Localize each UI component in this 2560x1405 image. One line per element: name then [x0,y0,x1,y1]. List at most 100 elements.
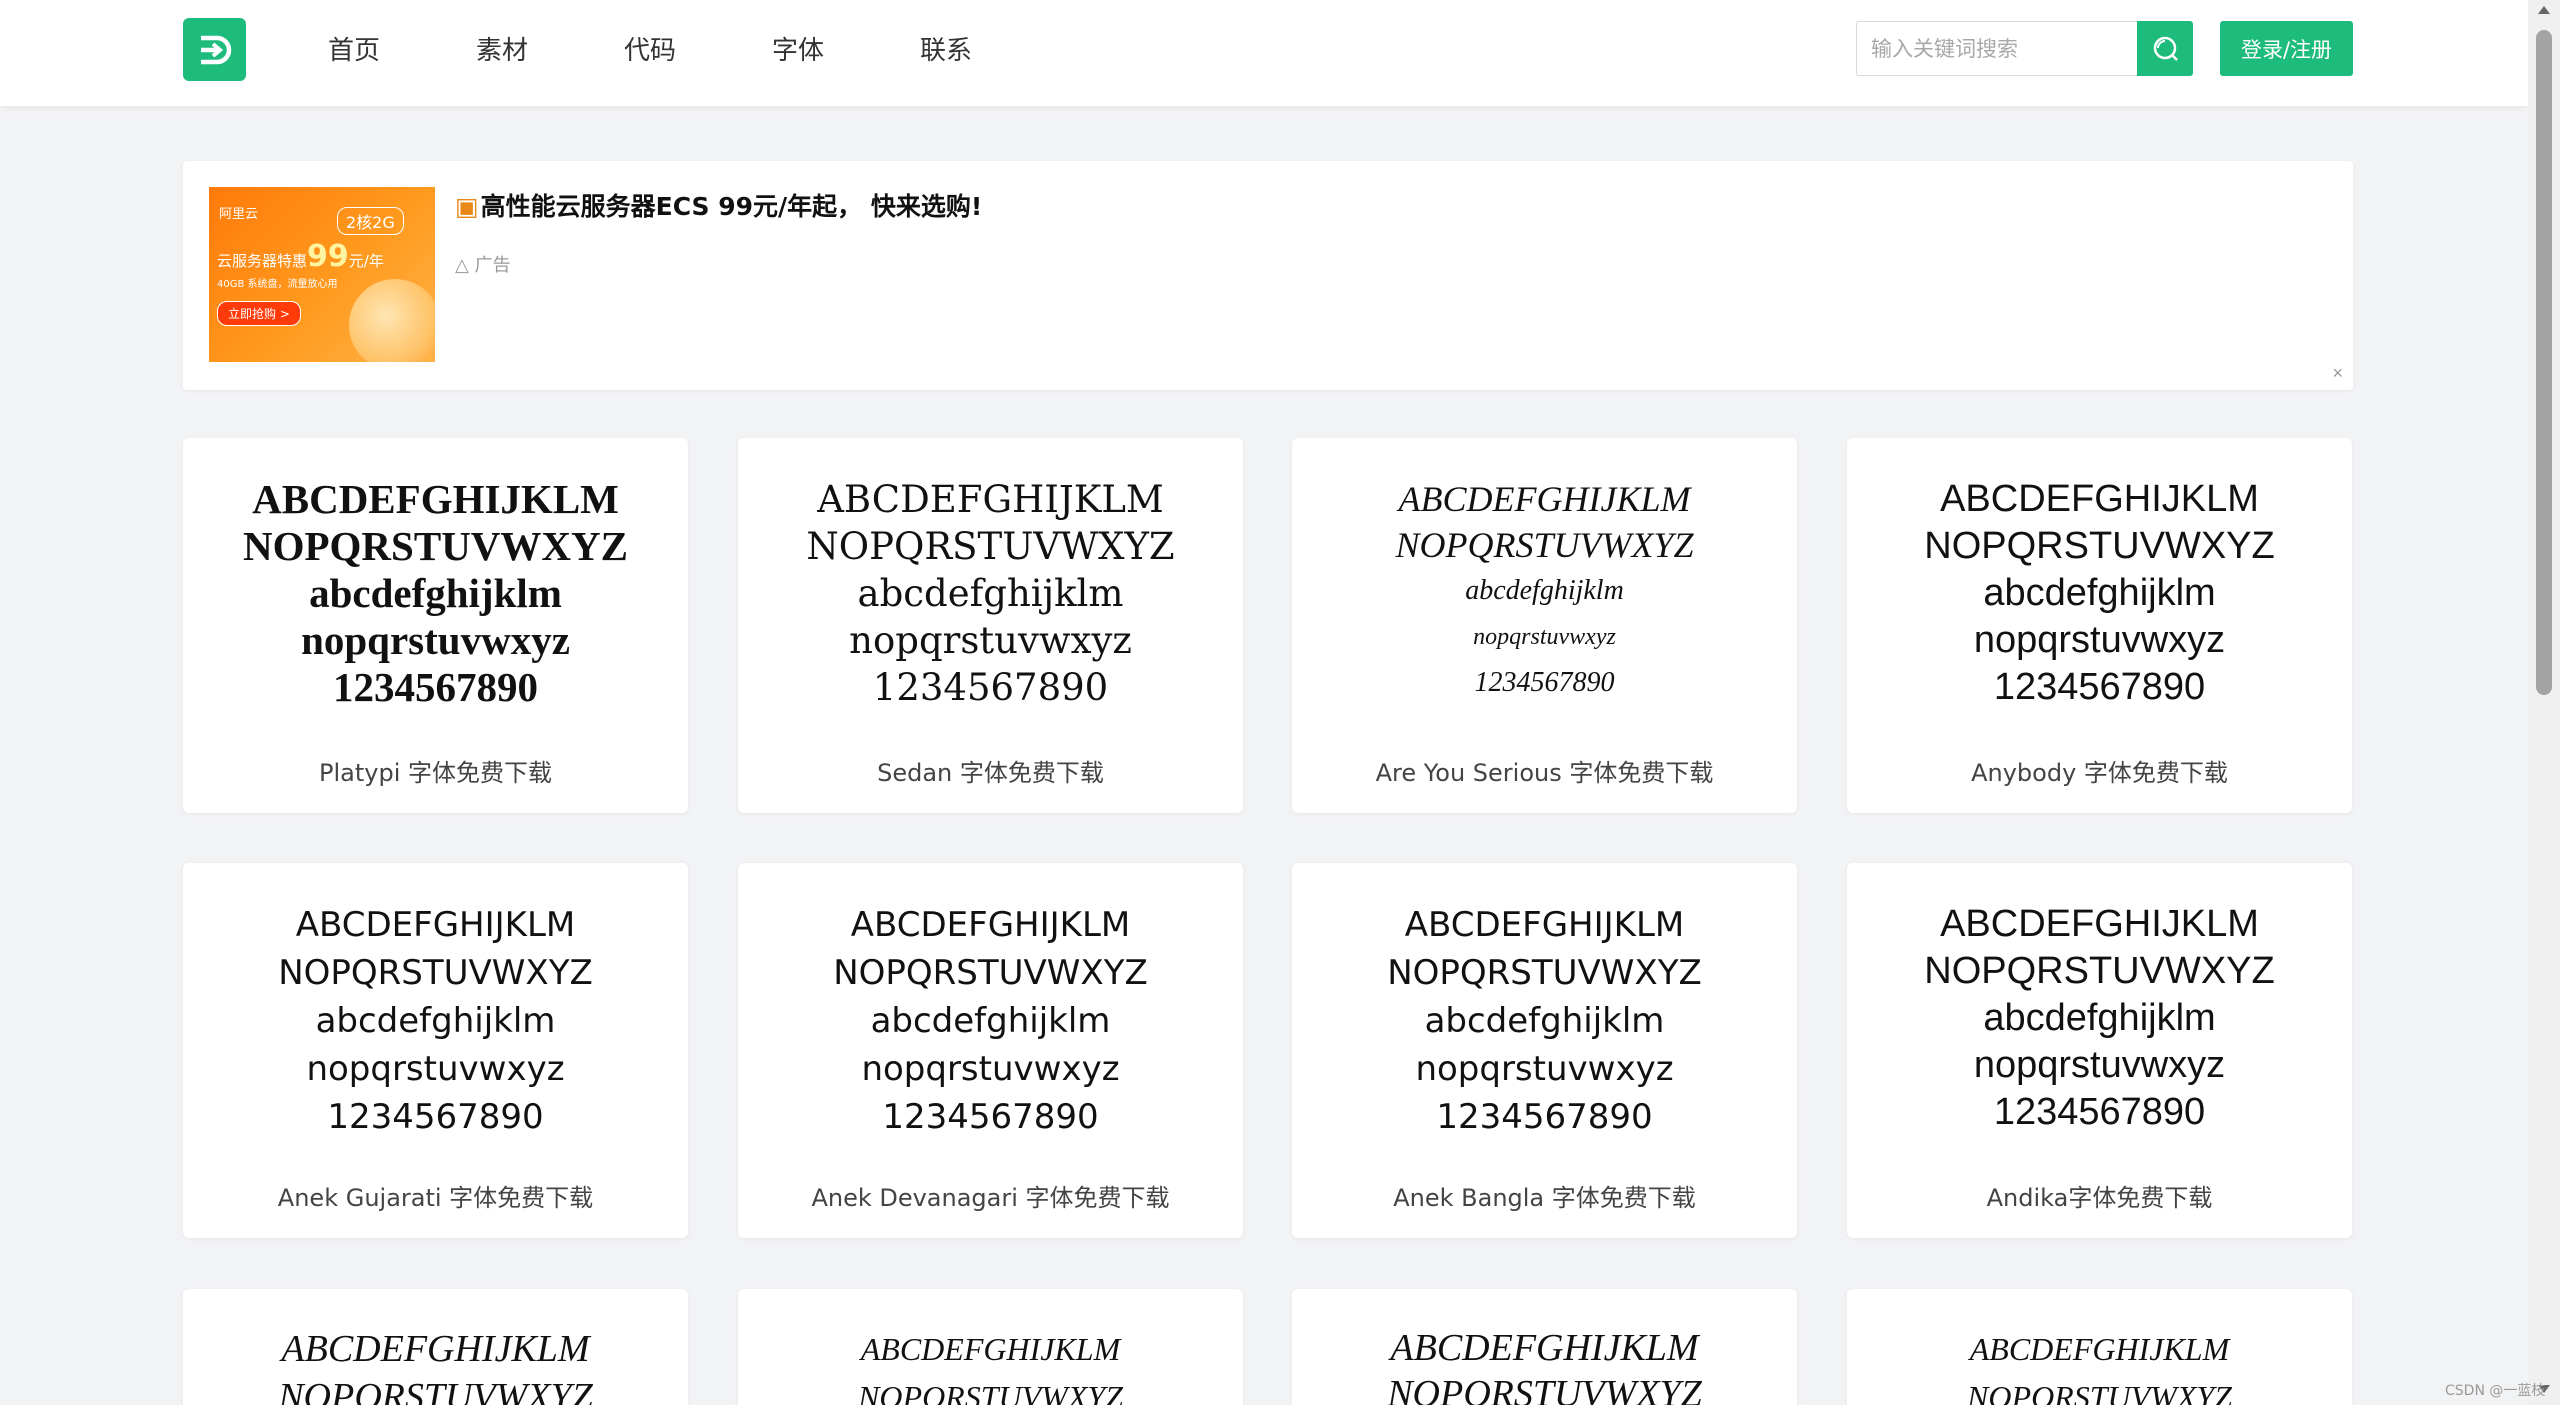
specimen-digits: 1234567890 [1993,666,2206,708]
specimen-upper-2: NOPQRSTUVWXYZ [833,953,1148,993]
specimen-upper-2: NOPQRSTUVWXYZ [858,1379,1123,1405]
specimen-digits: 1234567890 [327,1097,544,1137]
gift-icon: ▣ [455,192,479,221]
specimen-upper-1: ABCDEFGHIJKLM [1404,905,1685,945]
nav-materials[interactable]: 素材 [476,30,624,67]
font-card-partial-3[interactable]: ABCDEFGHIJKLM NOPQRSTUVWXYZ [1292,1289,1797,1405]
scroll-up-arrow-icon[interactable] [2538,6,2550,14]
specimen-digits: 1234567890 [333,664,538,710]
font-card-sedan[interactable]: ABCDEFGHIJKLM NOPQRSTUVWXYZ abcdefghijkl… [738,438,1243,813]
login-register-button[interactable]: 登录/注册 [2220,21,2353,76]
font-specimen: ABCDEFGHIJKLM NOPQRSTUVWXYZ abcdefghijkl… [1292,901,1797,1141]
specimen-upper-2: NOPQRSTUVWXYZ [1924,950,2275,992]
font-specimen: ABCDEFGHIJKLM NOPQRSTUVWXYZ abcdefghijkl… [738,901,1243,1141]
font-card-title[interactable]: Are You Serious 字体免费下载 [1292,753,1797,788]
font-card-partial-1[interactable]: ABCDEFGHIJKLM NOPQRSTUVWXYZ [183,1289,688,1405]
specimen-digits: 1234567890 [1436,1097,1653,1137]
specimen-upper-2: NOPQRSTUVWXYZ [1387,953,1702,993]
main-nav: 首页 素材 代码 字体 联系 [328,0,1068,96]
scrollbar-thumb[interactable] [2536,30,2552,695]
font-card-title[interactable]: Anek Devanagari 字体免费下载 [738,1178,1243,1213]
ad-close-icon[interactable]: × [2332,363,2343,384]
specimen-upper-1: ABCDEFGHIJKLM [817,478,1164,521]
font-card-anybody[interactable]: ABCDEFGHIJKLM NOPQRSTUVWXYZ abcdefghijkl… [1847,438,2352,813]
specimen-digits: 1234567890 [872,666,1109,709]
specimen-lower-1: abcdefghijklm [1465,575,1624,606]
specimen-upper-2: NOPQRSTUVWXYZ [1395,525,1694,565]
font-card-title[interactable]: Anek Gujarati 字体免费下载 [183,1178,688,1213]
font-specimen: ABCDEFGHIJKLM NOPQRSTUVWXYZ abcdefghijkl… [1847,901,2352,1136]
font-card-anek-gujarati[interactable]: ABCDEFGHIJKLM NOPQRSTUVWXYZ abcdefghijkl… [183,863,688,1238]
font-card-title[interactable]: Anybody 字体免费下载 [1847,753,2352,788]
font-specimen: ABCDEFGHIJKLM NOPQRSTUVWXYZ abcdefghijkl… [183,901,688,1141]
specimen-upper-2: NOPQRSTUVWXYZ [1967,1379,2232,1405]
font-specimen: ABCDEFGHIJKLM NOPQRSTUVWXYZ abcdefghijkl… [738,476,1243,711]
font-card-title[interactable]: Andika字体免费下载 [1847,1178,2352,1213]
font-card-partial-2[interactable]: ABCDEFGHIJKLM NOPQRSTUVWXYZ [738,1289,1243,1405]
specimen-lower-1: abcdefghijklm [315,1001,556,1041]
specimen-upper-1: ABCDEFGHIJKLM [295,905,576,945]
top-header: 首页 素材 代码 字体 联系 登录/注册 [0,0,2528,106]
search-button[interactable] [2137,21,2193,76]
font-specimen: ABCDEFGHIJKLM NOPQRSTUVWXYZ abcdefghijkl… [1292,476,1797,706]
specimen-digits: 1234567890 [1474,667,1615,698]
page-scrollbar[interactable] [2528,0,2560,1405]
ad-banner: 阿里云 2核2G 云服务器特惠99元/年 40GB 系统盘，流量放心用 立即抢购… [183,161,2353,390]
watermark: CSDN @一蓝枝 [2445,1383,2546,1399]
ad-title-link[interactable]: ▣高性能云服务器ECS 99元/年起， 快来选购! [455,187,982,223]
font-card-platypi[interactable]: ABCDEFGHIJKLM NOPQRSTUVWXYZ abcdefghijkl… [183,438,688,813]
specimen-upper-2: NOPQRSTUVWXYZ [1387,1373,1702,1405]
font-specimen: ABCDEFGHIJKLM NOPQRSTUVWXYZ [1847,1325,2352,1405]
specimen-upper-1: ABCDEFGHIJKLM [1969,1331,2230,1367]
specimen-lower-2: nopqrstuvwxyz [1973,619,2226,661]
ad-label-text: 广告 [474,255,511,276]
ad-headline-price: 99 [307,239,349,274]
font-card-anek-devanagari[interactable]: ABCDEFGHIJKLM NOPQRSTUVWXYZ abcdefghijkl… [738,863,1243,1238]
ad-image-cta[interactable]: 立即抢购 > [217,301,301,326]
font-specimen: ABCDEFGHIJKLM NOPQRSTUVWXYZ [183,1325,688,1405]
search-icon [2153,36,2178,61]
specimen-lower-2: nopqrstuvwxyz [861,1049,1120,1089]
specimen-upper-1: ABCDEFGHIJKLM [1390,1327,1699,1369]
font-card-andika[interactable]: ABCDEFGHIJKLM NOPQRSTUVWXYZ abcdefghijkl… [1847,863,2352,1238]
ad-image-decoration [349,279,435,362]
specimen-upper-2: NOPQRSTUVWXYZ [278,1376,593,1405]
font-card-title[interactable]: Platypi 字体免费下载 [183,753,688,788]
ad-image[interactable]: 阿里云 2核2G 云服务器特惠99元/年 40GB 系统盘，流量放心用 立即抢购… [209,187,435,362]
ad-image-sub: 40GB 系统盘，流量放心用 [217,279,338,290]
specimen-lower-1: abcdefghijklm [1983,997,2216,1039]
nav-fonts[interactable]: 字体 [772,30,920,67]
nav-code[interactable]: 代码 [624,30,772,67]
specimen-lower-1: abcdefghijklm [309,570,562,616]
specimen-upper-1: ABCDEFGHIJKLM [1940,478,2259,520]
specimen-upper-2: NOPQRSTUVWXYZ [806,525,1175,568]
font-card-anek-bangla[interactable]: ABCDEFGHIJKLM NOPQRSTUVWXYZ abcdefghijkl… [1292,863,1797,1238]
specimen-lower-2: nopqrstuvwxyz [306,1049,565,1089]
font-card-title[interactable]: Anek Bangla 字体免费下载 [1292,1178,1797,1213]
specimen-upper-2: NOPQRSTUVWXYZ [278,953,593,993]
specimen-lower-1: abcdefghijklm [1424,1001,1665,1041]
ad-image-headline: 云服务器特惠99元/年 [217,239,384,274]
specimen-lower-2: nopqrstuvwxyz [1473,624,1616,650]
ad-image-brand: 阿里云 [219,207,259,222]
specimen-lower-2: nopqrstuvwxyz [1973,1044,2226,1086]
ad-image-spec: 2核2G [337,207,404,235]
font-card-are-you-serious[interactable]: ABCDEFGHIJKLM NOPQRSTUVWXYZ abcdefghijkl… [1292,438,1797,813]
nav-contact[interactable]: 联系 [920,30,1068,67]
ad-triangle-icon: △ [455,255,469,276]
nav-home[interactable]: 首页 [328,30,476,67]
font-specimen: ABCDEFGHIJKLM NOPQRSTUVWXYZ abcdefghijkl… [183,476,688,711]
specimen-upper-1: ABCDEFGHIJKLM [252,476,619,522]
font-card-title[interactable]: Sedan 字体免费下载 [738,753,1243,788]
specimen-upper-1: ABCDEFGHIJKLM [860,1331,1121,1367]
font-specimen: ABCDEFGHIJKLM NOPQRSTUVWXYZ abcdefghijkl… [1847,476,2352,711]
specimen-upper-2: NOPQRSTUVWXYZ [1924,525,2275,567]
specimen-lower-2: nopqrstuvwxyz [1415,1049,1674,1089]
specimen-digits: 1234567890 [882,1097,1099,1137]
font-card-partial-4[interactable]: ABCDEFGHIJKLM NOPQRSTUVWXYZ [1847,1289,2352,1405]
specimen-upper-1: ABCDEFGHIJKLM [1940,903,2259,945]
specimen-digits: 1234567890 [1993,1091,2206,1133]
search-input[interactable] [1856,21,2138,76]
specimen-upper-1: ABCDEFGHIJKLM [850,905,1131,945]
site-logo[interactable] [183,18,246,81]
